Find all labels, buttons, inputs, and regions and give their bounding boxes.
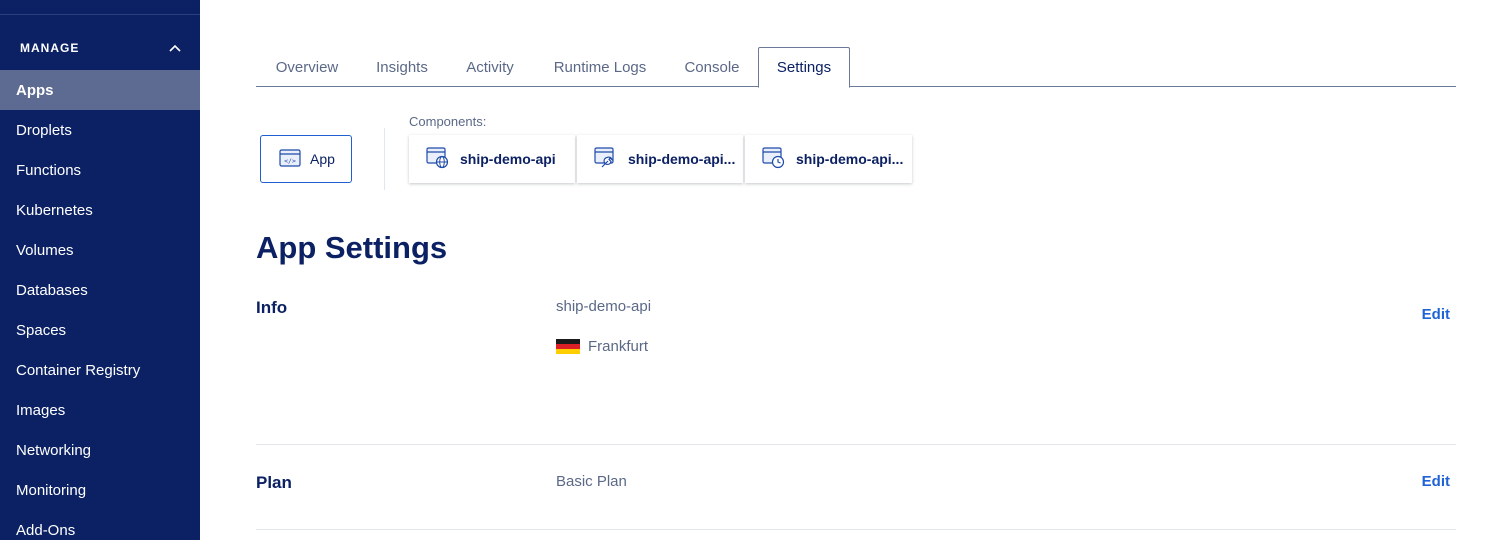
component-card-worker[interactable]: ship-demo-api... (577, 135, 743, 183)
page-title: App Settings (256, 230, 448, 265)
plan-edit-link[interactable]: Edit (1422, 473, 1450, 490)
tab-activity[interactable]: Activity (446, 47, 534, 87)
plan-value: Basic Plan (556, 473, 627, 490)
worker-icon (594, 146, 618, 172)
section-title: MANAGE (20, 41, 80, 55)
plan-label: Plan (256, 473, 292, 492)
component-label: ship-demo-api... (628, 151, 736, 167)
app-name-value: ship-demo-api (556, 298, 652, 315)
sidebar-item-add-ons[interactable]: Add-Ons (0, 510, 200, 540)
sidebar-divider (0, 14, 200, 15)
germany-flag-icon (556, 339, 580, 354)
component-card-web-service[interactable]: ship-demo-api (409, 135, 575, 183)
sidebar-item-databases[interactable]: Databases (0, 270, 200, 310)
sidebar-item-apps[interactable]: Apps (0, 70, 200, 110)
app-selector-card[interactable]: </> App (260, 135, 352, 183)
sidebar-item-droplets[interactable]: Droplets (0, 110, 200, 150)
sidebar-item-container-registry[interactable]: Container Registry (0, 350, 200, 390)
tab-bar: Overview Insights Activity Runtime Logs … (256, 47, 1456, 88)
web-service-icon (426, 146, 450, 172)
sidebar-item-images[interactable]: Images (0, 390, 200, 430)
sidebar: MANAGE Apps Droplets Functions Kubernete… (0, 0, 200, 540)
sidebar-item-spaces[interactable]: Spaces (0, 310, 200, 350)
sidebar-item-functions[interactable]: Functions (0, 150, 200, 190)
manage-section-header[interactable]: MANAGE (0, 34, 200, 62)
component-label: ship-demo-api (460, 151, 556, 167)
job-icon (762, 146, 786, 172)
chevron-up-icon[interactable] (168, 41, 182, 55)
component-card-job[interactable]: ship-demo-api... (745, 135, 912, 183)
app-card-label: App (310, 151, 335, 167)
code-window-icon: </> (279, 148, 301, 170)
sidebar-item-kubernetes[interactable]: Kubernetes (0, 190, 200, 230)
sidebar-nav: Apps Droplets Functions Kubernetes Volum… (0, 70, 200, 540)
tab-insights[interactable]: Insights (358, 47, 446, 87)
component-label: ship-demo-api... (796, 151, 904, 167)
vertical-divider (384, 128, 385, 190)
tab-settings[interactable]: Settings (758, 47, 850, 88)
components-label: Components: (409, 114, 487, 129)
section-divider (256, 444, 1456, 445)
sidebar-item-monitoring[interactable]: Monitoring (0, 470, 200, 510)
info-edit-link[interactable]: Edit (1422, 306, 1450, 323)
sidebar-item-networking[interactable]: Networking (0, 430, 200, 470)
tab-console[interactable]: Console (666, 47, 758, 87)
sidebar-item-volumes[interactable]: Volumes (0, 230, 200, 270)
tab-runtime-logs[interactable]: Runtime Logs (534, 47, 666, 87)
svg-text:</>: </> (284, 157, 296, 165)
region-value: Frankfurt (588, 338, 649, 355)
tab-overview[interactable]: Overview (256, 47, 358, 87)
info-label: Info (256, 298, 288, 317)
section-divider (256, 529, 1456, 530)
